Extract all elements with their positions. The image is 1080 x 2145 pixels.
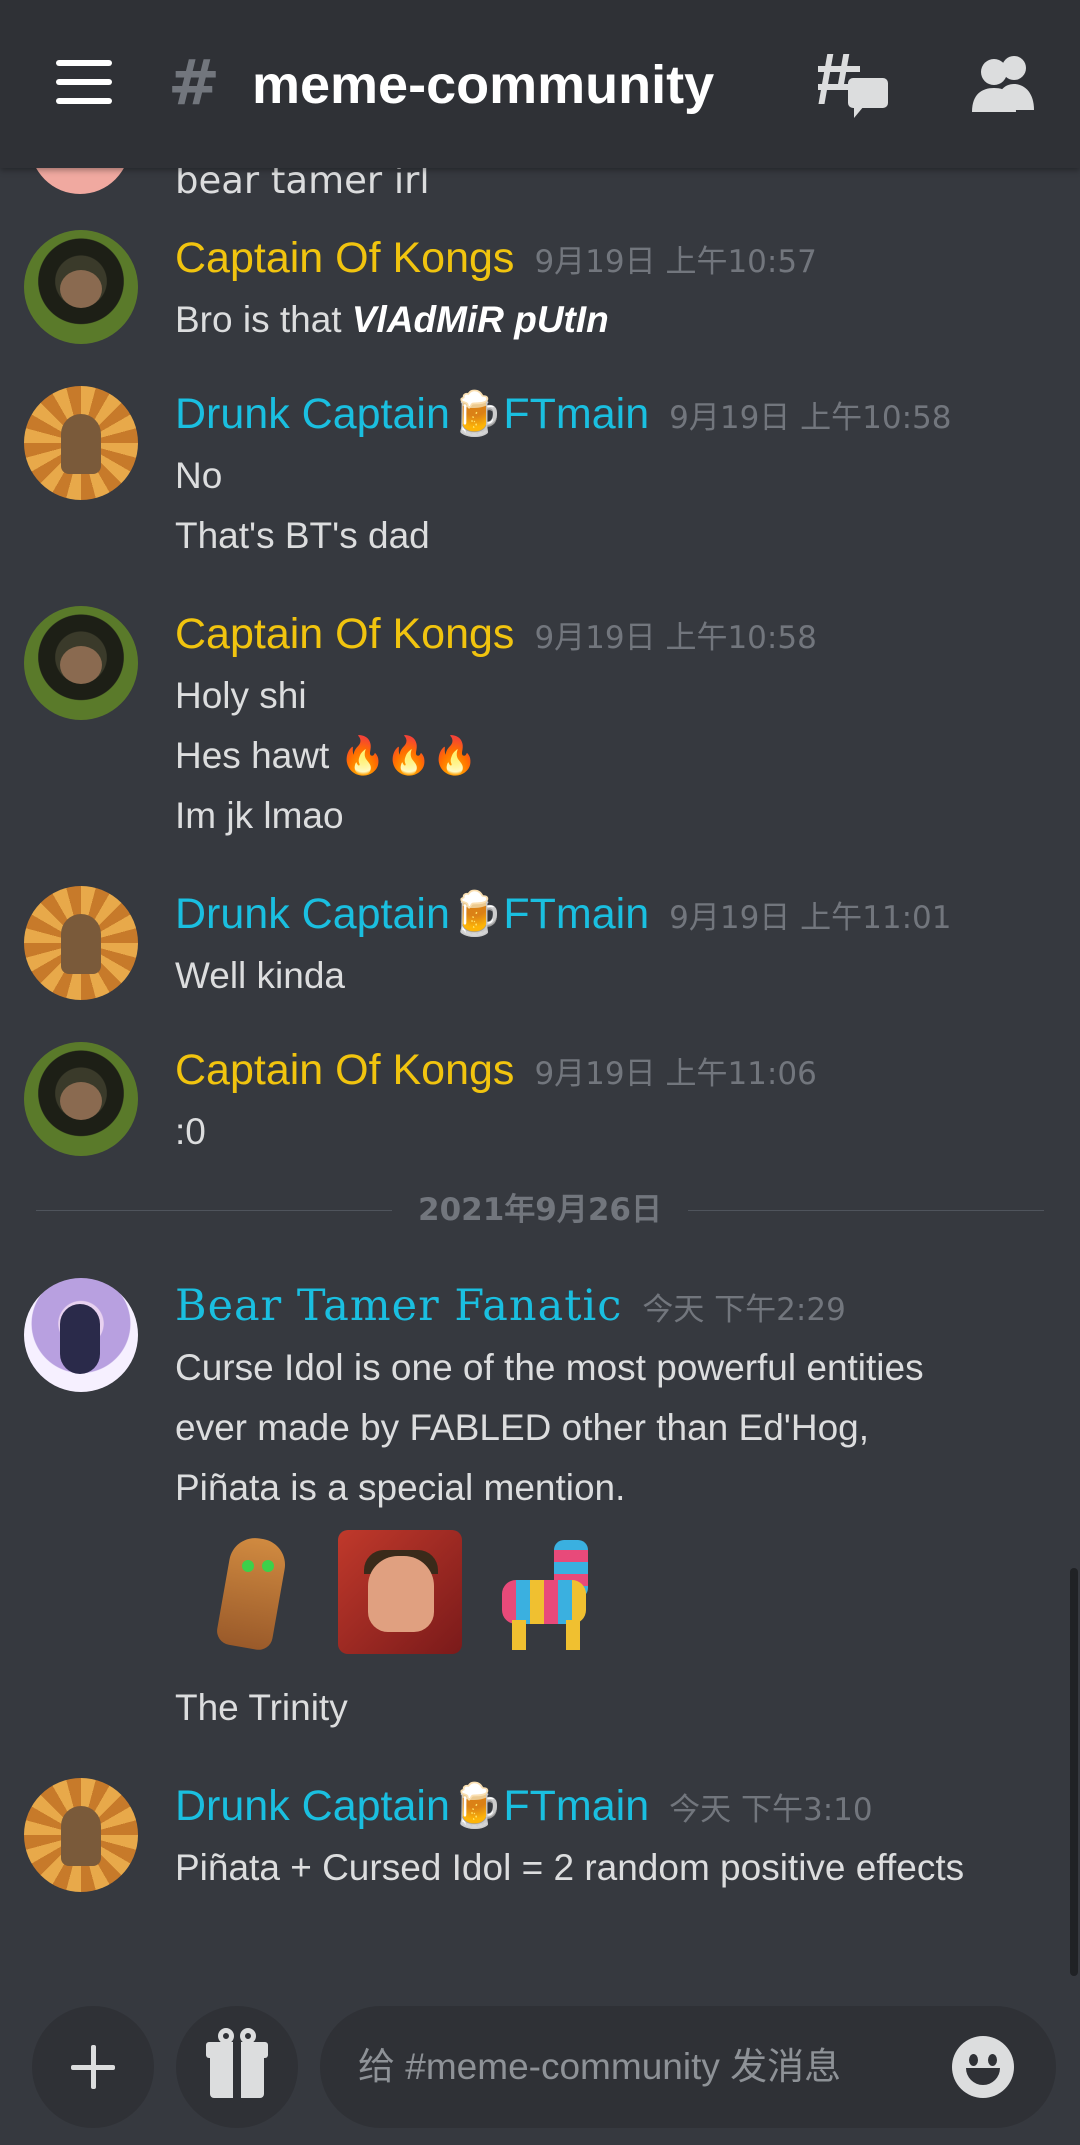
avatar[interactable] (24, 1778, 138, 1892)
message-text: Piñata is a special mention. (175, 1467, 626, 1508)
message-text: Hes hawt 🔥🔥🔥 (175, 735, 478, 776)
avatar[interactable] (24, 230, 138, 344)
avatar[interactable] (24, 886, 138, 1000)
message-text: That's BT's dad (175, 515, 430, 556)
message-text: Im jk lmao (175, 795, 344, 836)
members-icon[interactable] (970, 52, 1040, 112)
sticker-row (190, 1530, 640, 1658)
pinata-sticker[interactable] (488, 1530, 612, 1654)
channel-header: # meme-community (0, 0, 1080, 168)
timestamp: 9月19日 上午10:57 (534, 244, 817, 280)
message-input-wrapper[interactable] (320, 2006, 1056, 2128)
message-composer (0, 1988, 1080, 2145)
username[interactable]: Captain Of Kongs (175, 1042, 514, 1098)
timestamp: 9月19日 上午10:58 (669, 400, 952, 436)
avatar[interactable] (24, 386, 138, 500)
timestamp: 9月19日 上午11:01 (669, 900, 952, 936)
threads-icon[interactable] (818, 50, 890, 120)
username[interactable]: Drunk Captain🍺FTmain (175, 1778, 649, 1834)
timestamp: 9月19日 上午10:58 (534, 620, 817, 656)
avatar[interactable] (24, 606, 138, 720)
message-text: Curse Idol is one of the most powerful e… (175, 1347, 924, 1388)
plus-icon[interactable] (32, 2006, 154, 2128)
channel-title: meme-community (252, 55, 715, 115)
message-text: The Trinity (175, 1687, 348, 1728)
avatar[interactable] (24, 1042, 138, 1156)
cursed-idol-sticker[interactable] (190, 1530, 314, 1654)
message-text: bear tamer irl (175, 168, 430, 202)
timestamp: 今天 下午2:29 (642, 1292, 846, 1328)
username[interactable]: Drunk Captain🍺FTmain (175, 886, 649, 942)
message-input[interactable] (358, 2032, 918, 2102)
scrollbar[interactable] (1070, 1568, 1078, 1976)
message-text: ever made by FABLED other than Ed'Hog, (175, 1407, 870, 1448)
message-text: Well kinda (175, 955, 346, 996)
channel-hash-icon: # (168, 46, 220, 119)
date-divider-label: 2021年9月26日 (392, 1192, 688, 1228)
username[interactable]: Captain Of Kongs (175, 606, 514, 662)
avatar[interactable] (30, 168, 130, 194)
message-text: Piñata + Cursed Idol = 2 random positive… (175, 1847, 965, 1888)
gift-icon[interactable] (176, 2006, 298, 2128)
emoji-icon[interactable] (952, 2036, 1014, 2098)
barbarian-sticker[interactable] (338, 1530, 462, 1654)
hamburger-menu-icon[interactable] (56, 60, 112, 104)
message-text: No (175, 455, 223, 496)
message-text: :0 (175, 1111, 206, 1152)
message-text: Bro is that VlAdMiR pUtIn (175, 299, 609, 340)
message-list[interactable]: bear tamer irl Captain Of Kongs 9月19日 上午1… (0, 168, 1080, 1988)
message-text: Holy shi (175, 675, 307, 716)
username[interactable]: Drunk Captain🍺FTmain (175, 386, 649, 442)
date-divider: 2021年9月26日 (36, 1190, 1044, 1230)
timestamp: 9月19日 上午11:06 (534, 1056, 817, 1092)
timestamp: 今天 下午3:10 (669, 1792, 873, 1828)
username[interactable]: Captain Of Kongs (175, 230, 514, 286)
username[interactable]: Bear Tamer Fanatic (175, 1278, 622, 1334)
avatar[interactable] (24, 1278, 138, 1392)
